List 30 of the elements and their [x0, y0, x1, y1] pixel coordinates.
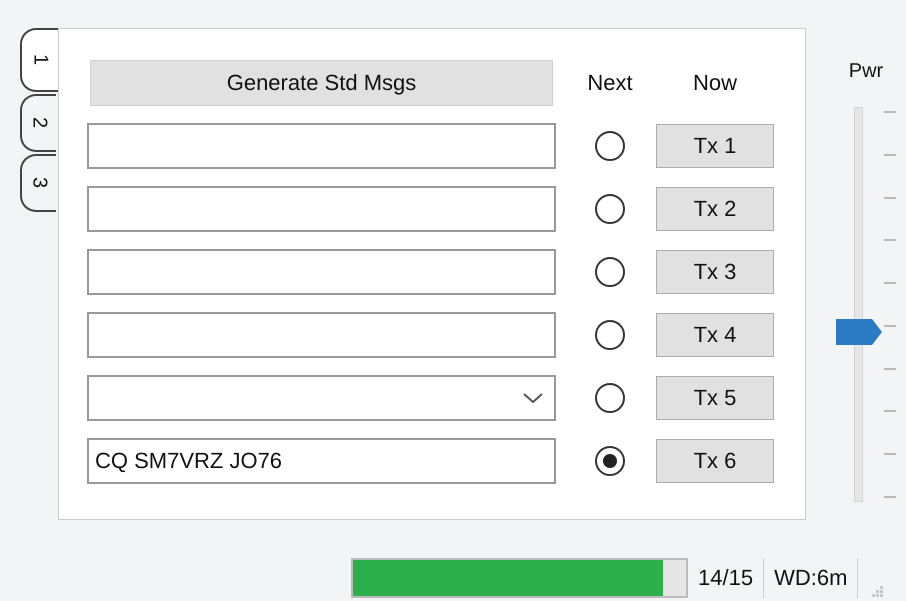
radio-button[interactable]	[595, 131, 625, 161]
tx-button[interactable]: Tx 5	[656, 376, 774, 420]
chevron-icon	[522, 391, 544, 405]
tx-button[interactable]: Tx 1	[656, 124, 774, 168]
power-label: Pwr	[848, 60, 884, 83]
radio-button[interactable]	[595, 320, 625, 350]
watchdog-label: WD:6m	[774, 565, 848, 591]
tx-button[interactable]: Tx 3	[656, 250, 774, 294]
column-header: Next	[586, 70, 634, 96]
tab[interactable]: 3	[20, 154, 56, 212]
message-field[interactable]	[87, 186, 556, 232]
tab[interactable]: 2	[20, 94, 56, 152]
generate-button[interactable]: Generate Std Msgs	[90, 60, 553, 106]
message-dropdown[interactable]	[87, 375, 556, 421]
tx-button[interactable]: Tx 4	[656, 313, 774, 357]
message-field[interactable]	[87, 123, 556, 169]
tx-button[interactable]: Tx 2	[656, 187, 774, 231]
tab[interactable]: 1	[20, 28, 58, 92]
radio-button[interactable]	[595, 257, 625, 287]
message-field[interactable]	[87, 249, 556, 295]
slider-thumb[interactable]	[836, 319, 882, 346]
message-field[interactable]	[87, 312, 556, 358]
message-field[interactable]: CQ SM7VRZ JO76	[87, 438, 556, 484]
radio-button[interactable]	[595, 446, 625, 476]
column-header: Now	[692, 70, 738, 96]
radio-button[interactable]	[595, 383, 625, 413]
count-label: 14/15	[698, 565, 754, 591]
slider-track[interactable]	[854, 107, 863, 502]
radio-button[interactable]	[595, 194, 625, 224]
tx-button[interactable]: Tx 6	[656, 439, 774, 483]
